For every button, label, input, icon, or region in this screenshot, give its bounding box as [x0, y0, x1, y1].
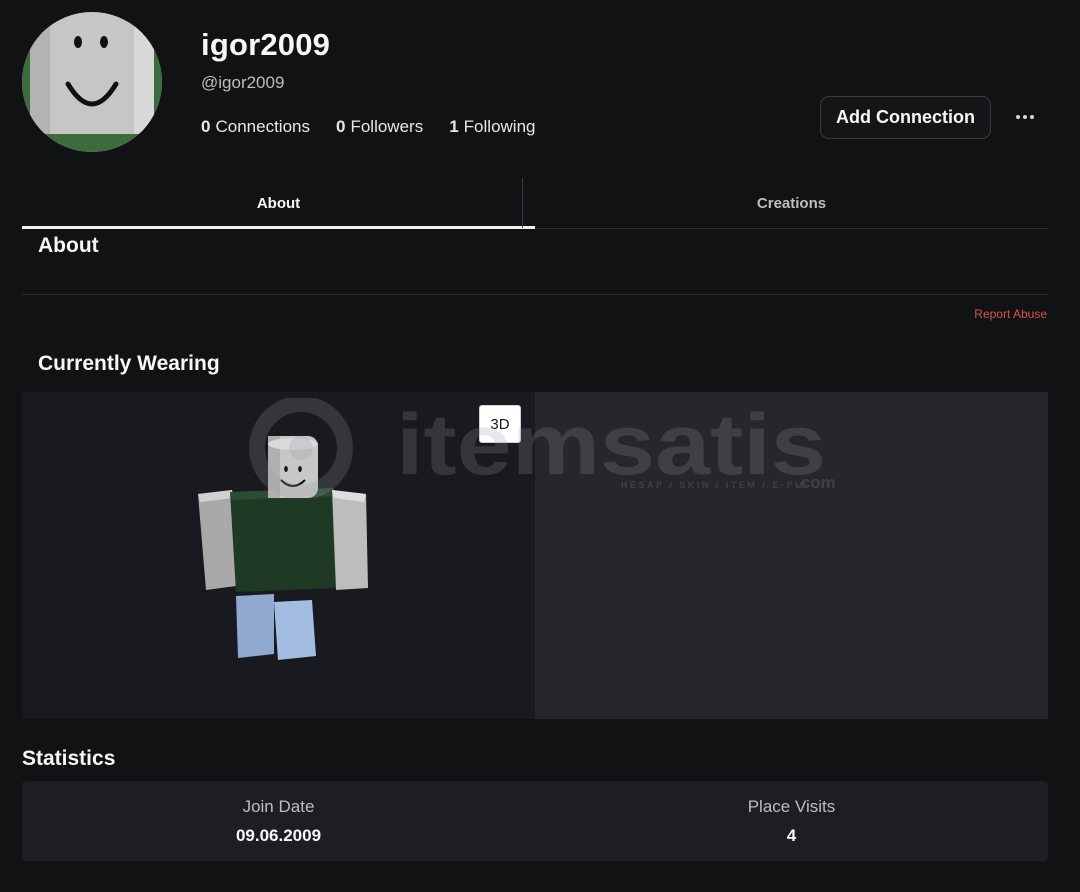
more-horizontal-icon: [1016, 115, 1020, 119]
avatar-viewer[interactable]: 3D: [22, 392, 535, 719]
place-visits-label: Place Visits: [747, 796, 836, 816]
statistics-panel: Join Date 09.06.2009 Place Visits 4: [22, 781, 1048, 861]
username: @igor2009: [201, 73, 285, 92]
following-count[interactable]: 1 Following: [449, 117, 535, 137]
3d-toggle-button[interactable]: 3D: [479, 405, 521, 443]
profile-tabs: About Creations: [22, 178, 1048, 229]
about-divider: [22, 294, 1048, 295]
tab-divider: [522, 178, 523, 228]
stat-join-date: Join Date 09.06.2009: [22, 781, 535, 861]
currently-wearing-panel: 3D: [22, 392, 1048, 719]
join-date-value: 09.06.2009: [235, 825, 322, 845]
connections-label: Connections: [215, 117, 310, 136]
display-name: igor2009: [201, 27, 331, 62]
report-abuse-link[interactable]: Report Abuse: [974, 307, 1047, 321]
avatar-3d-figure: [194, 436, 404, 671]
tab-about[interactable]: About: [22, 178, 535, 229]
tab-creations[interactable]: Creations: [535, 178, 1048, 228]
followers-count[interactable]: 0 Followers: [336, 117, 423, 137]
following-label: Following: [463, 117, 536, 136]
currently-wearing-heading: Currently Wearing: [38, 352, 220, 375]
avatar: [22, 12, 162, 152]
place-visits-value: 4: [786, 825, 797, 845]
join-date-label: Join Date: [242, 796, 315, 816]
connections-count[interactable]: 0 Connections: [201, 117, 310, 137]
profile-counts: 0 Connections 0 Followers 1 Following: [201, 117, 535, 137]
followers-label: Followers: [350, 117, 424, 136]
about-heading: About: [38, 234, 99, 257]
connections-number: 0: [201, 117, 211, 136]
add-connection-button[interactable]: Add Connection: [820, 96, 991, 139]
more-options-button[interactable]: [1006, 103, 1044, 131]
following-number: 1: [449, 117, 459, 136]
statistics-heading: Statistics: [22, 747, 116, 770]
followers-number: 0: [335, 117, 346, 136]
wearing-items-area: [535, 392, 1048, 719]
stat-place-visits: Place Visits 4: [535, 781, 1048, 861]
